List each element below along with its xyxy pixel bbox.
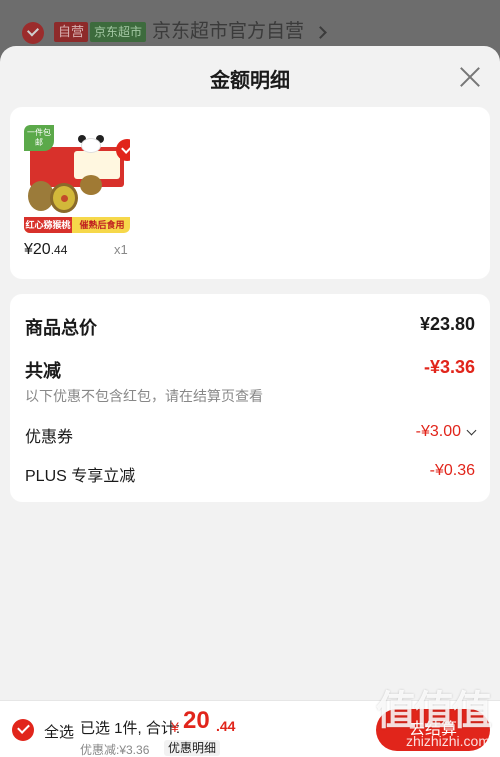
kiwi-icon bbox=[80, 175, 102, 195]
checkout-button[interactable]: 去结算 bbox=[376, 709, 490, 751]
reduce-note: 以下优惠不包含红包，请在结算页查看 bbox=[25, 388, 263, 404]
checkout-bar: 全选 已选 1件, 合计: ¥ 20 .44 优惠减:¥3.36 优惠明细 去结… bbox=[0, 700, 500, 757]
shop-check-icon bbox=[22, 22, 44, 44]
shop-title: 京东超市官方自营 bbox=[152, 21, 305, 42]
total-amount-int: 20 bbox=[183, 707, 210, 734]
amount-detail-sheet: 金额明细 一件包邮 红心猕猴桃 催熟后食用 ¥20.44 x1 商品总价 ¥23… bbox=[0, 46, 500, 757]
total-currency: ¥ bbox=[171, 719, 179, 735]
jd-supermarket-tag: 京东超市 bbox=[90, 22, 147, 42]
total-price-label: 商品总价 bbox=[25, 318, 97, 338]
summary-card: 商品总价 ¥23.80 共减 -¥3.36 以下优惠不包含红包，请在结算页查看 … bbox=[10, 294, 490, 502]
plus-value: -¥0.36 bbox=[429, 462, 475, 479]
free-shipping-tag: 一件包邮 bbox=[24, 125, 54, 151]
banner-right-text: 催熟后食用 bbox=[79, 220, 125, 230]
coupon-value: -¥3.00 bbox=[415, 423, 461, 440]
total-reduce-label: 共减 bbox=[25, 361, 61, 381]
selected-summary: 已选 1件, 合计: bbox=[80, 720, 181, 737]
product-price: ¥20.44 bbox=[24, 241, 68, 258]
banner-left-text: 红心猕猴桃 bbox=[24, 217, 72, 233]
panda-logo-icon bbox=[78, 135, 104, 153]
total-price-value: ¥23.80 bbox=[419, 314, 475, 334]
kiwi-half-icon bbox=[50, 183, 78, 213]
discount-text: 优惠减:¥3.36 bbox=[80, 743, 150, 757]
total-reduce-value: -¥3.36 bbox=[423, 357, 475, 377]
product-quantity: x1 bbox=[114, 242, 128, 257]
self-operated-tag: 自营 bbox=[54, 22, 89, 42]
coupon-label: 优惠券 bbox=[25, 429, 74, 446]
select-all-checkbox[interactable] bbox=[12, 719, 34, 741]
discount-detail-link[interactable]: 优惠明细 bbox=[164, 740, 221, 756]
plus-label: PLUS 专享立减 bbox=[25, 468, 136, 485]
total-amount-dec: .44 bbox=[216, 718, 236, 734]
sheet-title: 金额明细 bbox=[210, 70, 290, 92]
product-banner: 红心猕猴桃 催熟后食用 bbox=[24, 217, 130, 233]
product-image[interactable]: 一件包邮 红心猕猴桃 催熟后食用 bbox=[24, 125, 130, 233]
chevron-right-icon bbox=[314, 26, 327, 39]
close-icon[interactable] bbox=[459, 66, 481, 88]
select-all-label[interactable]: 全选 bbox=[44, 721, 74, 742]
product-card: 一件包邮 红心猕猴桃 催熟后食用 ¥20.44 x1 bbox=[10, 107, 490, 279]
